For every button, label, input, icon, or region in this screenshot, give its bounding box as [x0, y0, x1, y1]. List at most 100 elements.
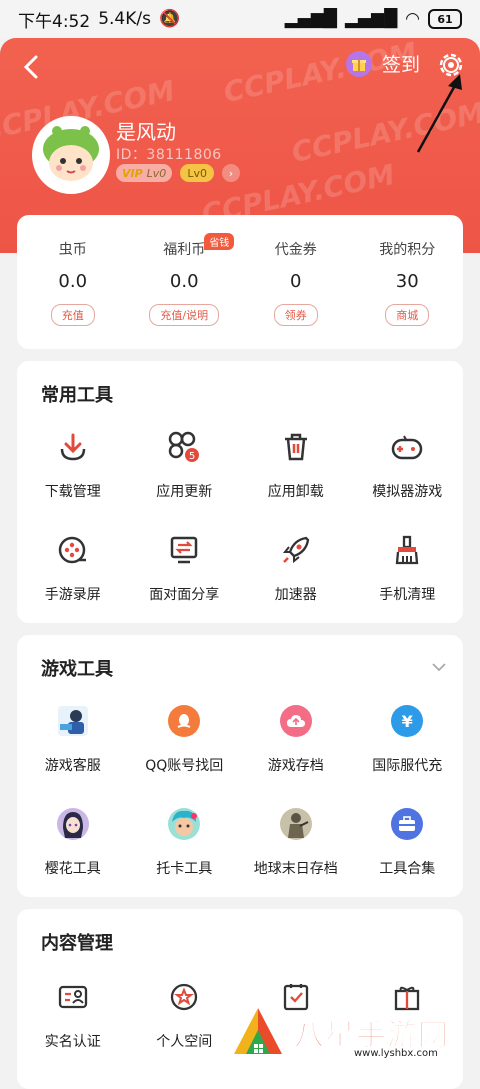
tool-toca[interactable]: 托卡工具: [129, 798, 241, 901]
wallet-item-coins: 虫币 0.0 充值: [17, 215, 129, 349]
tool-uninstall[interactable]: 应用卸载: [240, 421, 352, 524]
annotation-arrow-icon: [416, 74, 462, 153]
wallet-label: 虫币: [58, 242, 87, 258]
cloud-save-icon: [278, 703, 314, 739]
tool-label: 游戏存档: [267, 758, 324, 774]
site-logo-icon: [234, 1008, 282, 1054]
section-title: 常用工具: [41, 385, 113, 406]
tool-sakura[interactable]: 樱花工具: [17, 798, 129, 901]
tool-label: 面对面分享: [149, 587, 220, 603]
tool-label: 国际服代充: [372, 758, 443, 774]
tool-accelerator[interactable]: 加速器: [240, 524, 352, 627]
vip-level: Lv0: [146, 166, 167, 180]
share-icon: [166, 532, 202, 568]
wallet-item-welfare: 省钱 福利币 0.0 充值/说明: [129, 215, 241, 349]
avatar-image: [35, 119, 107, 191]
tool-download-manager[interactable]: 下载管理: [17, 421, 129, 524]
screen-record-icon: [55, 532, 91, 568]
status-time: 下午4:52: [18, 11, 91, 32]
toca-avatar-icon: [166, 806, 202, 842]
section-title: 内容管理: [41, 933, 113, 954]
trash-icon: [278, 429, 314, 465]
mall-button[interactable]: 商城: [385, 304, 430, 326]
status-bar: 下午4:52 5.4K/s 🔕 ▂▄▆█ ▂▄▆█ ◠ 61: [0, 0, 480, 38]
game-tools-card: 游戏工具 游戏客服 QQ账号找回 游戏存档 ¥ 国际服代充 樱花工具 托卡工具 …: [17, 635, 463, 897]
chevron-down-icon[interactable]: [431, 659, 447, 675]
yen-icon: ¥: [389, 703, 425, 739]
tool-game-customer-service[interactable]: 游戏客服: [17, 695, 129, 798]
tool-label: 樱花工具: [44, 861, 101, 877]
wallet-card: 虫币 0.0 充值 省钱 福利币 0.0 充值/说明 代金券 0 领券 我的积分…: [17, 215, 463, 349]
signal-icon: ▂▄▆█: [284, 9, 337, 29]
content-manage-card: 内容管理 实名认证 个人空间: [17, 909, 463, 1089]
recharge-info-button[interactable]: 充值/说明: [149, 304, 220, 326]
tool-label: 应用更新: [156, 484, 213, 500]
broom-icon: [389, 532, 425, 568]
tool-toolbox[interactable]: 工具合集: [352, 798, 464, 901]
tool-label: 模拟器游戏: [372, 484, 443, 500]
tool-label: 个人空间: [156, 1034, 213, 1050]
save-money-badge: 省钱: [204, 233, 235, 250]
wallet-item-voucher: 代金券 0 领券: [240, 215, 352, 349]
site-watermark-url: www.lyshbx.com: [350, 1048, 442, 1059]
wallet-value: 0.0: [169, 271, 199, 292]
download-icon: [55, 429, 91, 465]
tool-game-saves[interactable]: 游戏存档: [240, 695, 352, 798]
wallet-value: 30: [395, 271, 419, 292]
tool-app-update[interactable]: 5 应用更新: [129, 421, 241, 524]
section-title: 游戏工具: [41, 659, 113, 680]
user-id: ID：38111806: [116, 147, 222, 163]
tool-label: 应用卸载: [267, 484, 324, 500]
tool-screen-record[interactable]: 手游录屏: [17, 524, 129, 627]
signal-icon-2: ▂▄▆█: [344, 9, 398, 29]
tool-label: 游戏客服: [44, 758, 101, 774]
level-badge: Lv0: [180, 164, 214, 182]
tool-personal-space[interactable]: 个人空间: [129, 971, 241, 1074]
wallet-item-points: 我的积分 30 商城: [352, 215, 464, 349]
signin-button[interactable]: 签到: [346, 50, 420, 77]
update-badge: 5: [189, 451, 195, 462]
common-tools-card: 常用工具 下载管理 5 应用更新 应用卸载 模拟器游戏 手游录屏 面对面分享 加…: [17, 361, 463, 623]
tool-label: 手游录屏: [44, 587, 101, 603]
tool-label: 地球末日存档: [253, 861, 338, 877]
username: 是风动: [116, 120, 176, 144]
vip-label: VIP: [122, 166, 143, 180]
mute-icon: 🔕: [158, 9, 181, 29]
level-badges[interactable]: VIP Lv0 Lv0 ›: [116, 164, 240, 182]
back-button[interactable]: [18, 52, 48, 82]
sakura-avatar-icon: [55, 806, 91, 842]
avatar[interactable]: [32, 116, 110, 194]
tool-real-name[interactable]: 实名认证: [17, 971, 129, 1074]
tool-face-to-face-share[interactable]: 面对面分享: [129, 524, 241, 627]
customer-service-icon: [55, 703, 91, 739]
tool-label: QQ账号找回: [145, 758, 224, 774]
tool-emulator-games[interactable]: 模拟器游戏: [352, 421, 464, 524]
tool-label: 加速器: [274, 587, 317, 603]
tool-phone-cleaner[interactable]: 手机清理: [352, 524, 464, 627]
qq-icon: [166, 703, 202, 739]
doomsday-avatar-icon: [278, 806, 314, 842]
wallet-value: 0.0: [58, 271, 88, 292]
wallet-value: 0: [290, 271, 302, 292]
chevron-right-icon: ›: [221, 164, 240, 182]
tool-label: 工具合集: [379, 861, 436, 877]
id-card-icon: [55, 979, 91, 1015]
claim-voucher-button[interactable]: 领券: [273, 304, 318, 326]
battery-icon: 61: [428, 9, 462, 29]
tool-label: 实名认证: [44, 1034, 101, 1050]
tool-label: 下载管理: [44, 484, 101, 500]
tool-label: 手机清理: [379, 587, 436, 603]
recharge-button[interactable]: 充值: [50, 304, 95, 326]
app-update-icon: 5: [166, 429, 202, 465]
toolbox-icon: [389, 806, 425, 842]
tool-qq-recovery[interactable]: QQ账号找回: [129, 695, 241, 798]
gift-icon: [346, 50, 372, 77]
vip-badge: VIP Lv0: [116, 164, 173, 182]
wallet-label: 代金券: [274, 242, 317, 258]
star-icon: [166, 979, 202, 1015]
wallet-label: 我的积分: [379, 242, 436, 258]
tool-doomsday-saves[interactable]: 地球末日存档: [240, 798, 352, 901]
tool-intl-recharge[interactable]: ¥ 国际服代充: [352, 695, 464, 798]
wallet-label: 福利币: [163, 242, 206, 258]
back-arrow-icon: [23, 55, 38, 79]
